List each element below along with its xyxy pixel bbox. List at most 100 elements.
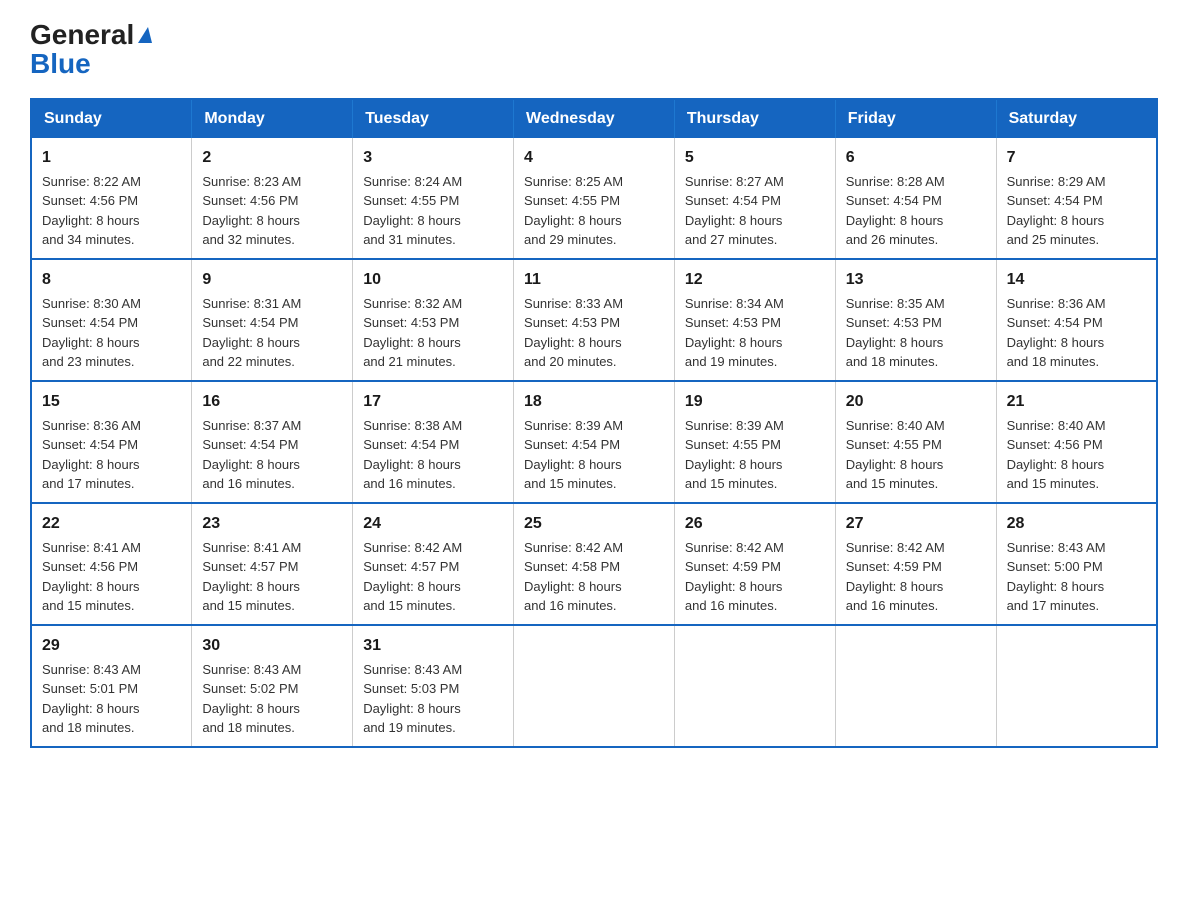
day-sunset: Sunset: 4:54 PM bbox=[42, 437, 138, 452]
day-number: 19 bbox=[685, 390, 825, 414]
calendar-cell: 17 Sunrise: 8:38 AM Sunset: 4:54 PM Dayl… bbox=[353, 381, 514, 503]
day-number: 12 bbox=[685, 268, 825, 292]
day-daylight-minutes: and 15 minutes. bbox=[846, 476, 939, 491]
day-daylight: Daylight: 8 hours bbox=[202, 335, 300, 350]
day-sunset: Sunset: 4:54 PM bbox=[42, 315, 138, 330]
day-sunrise: Sunrise: 8:41 AM bbox=[42, 540, 141, 555]
calendar-cell: 28 Sunrise: 8:43 AM Sunset: 5:00 PM Dayl… bbox=[996, 503, 1157, 625]
calendar-cell: 4 Sunrise: 8:25 AM Sunset: 4:55 PM Dayli… bbox=[514, 138, 675, 259]
day-sunset: Sunset: 4:55 PM bbox=[685, 437, 781, 452]
day-daylight: Daylight: 8 hours bbox=[685, 457, 783, 472]
day-number: 16 bbox=[202, 390, 342, 414]
day-number: 20 bbox=[846, 390, 986, 414]
day-daylight: Daylight: 8 hours bbox=[42, 579, 140, 594]
day-daylight-minutes: and 34 minutes. bbox=[42, 232, 135, 247]
header-monday: Monday bbox=[192, 99, 353, 138]
calendar-cell: 11 Sunrise: 8:33 AM Sunset: 4:53 PM Dayl… bbox=[514, 259, 675, 381]
day-daylight: Daylight: 8 hours bbox=[1007, 457, 1105, 472]
calendar-cell: 5 Sunrise: 8:27 AM Sunset: 4:54 PM Dayli… bbox=[674, 138, 835, 259]
calendar-cell: 16 Sunrise: 8:37 AM Sunset: 4:54 PM Dayl… bbox=[192, 381, 353, 503]
calendar-cell: 13 Sunrise: 8:35 AM Sunset: 4:53 PM Dayl… bbox=[835, 259, 996, 381]
day-sunrise: Sunrise: 8:40 AM bbox=[1007, 418, 1106, 433]
calendar-cell: 31 Sunrise: 8:43 AM Sunset: 5:03 PM Dayl… bbox=[353, 625, 514, 747]
day-daylight-minutes: and 17 minutes. bbox=[42, 476, 135, 491]
day-daylight-minutes: and 15 minutes. bbox=[524, 476, 617, 491]
day-sunset: Sunset: 4:58 PM bbox=[524, 559, 620, 574]
day-daylight-minutes: and 16 minutes. bbox=[846, 598, 939, 613]
day-number: 6 bbox=[846, 146, 986, 170]
logo-general-text: General bbox=[30, 20, 152, 51]
day-daylight: Daylight: 8 hours bbox=[42, 457, 140, 472]
day-number: 24 bbox=[363, 512, 503, 536]
logo: General Blue bbox=[30, 20, 152, 80]
calendar-week-row: 15 Sunrise: 8:36 AM Sunset: 4:54 PM Dayl… bbox=[31, 381, 1157, 503]
day-daylight: Daylight: 8 hours bbox=[846, 335, 944, 350]
calendar-cell bbox=[835, 625, 996, 747]
day-daylight: Daylight: 8 hours bbox=[42, 213, 140, 228]
day-daylight: Daylight: 8 hours bbox=[685, 213, 783, 228]
logo-triangle-icon bbox=[138, 27, 152, 43]
calendar-week-row: 22 Sunrise: 8:41 AM Sunset: 4:56 PM Dayl… bbox=[31, 503, 1157, 625]
day-number: 10 bbox=[363, 268, 503, 292]
calendar-cell: 29 Sunrise: 8:43 AM Sunset: 5:01 PM Dayl… bbox=[31, 625, 192, 747]
calendar-cell: 8 Sunrise: 8:30 AM Sunset: 4:54 PM Dayli… bbox=[31, 259, 192, 381]
calendar-cell: 3 Sunrise: 8:24 AM Sunset: 4:55 PM Dayli… bbox=[353, 138, 514, 259]
day-number: 1 bbox=[42, 146, 181, 170]
calendar-cell: 26 Sunrise: 8:42 AM Sunset: 4:59 PM Dayl… bbox=[674, 503, 835, 625]
day-daylight-minutes: and 15 minutes. bbox=[1007, 476, 1100, 491]
day-sunset: Sunset: 4:56 PM bbox=[42, 559, 138, 574]
day-daylight: Daylight: 8 hours bbox=[524, 457, 622, 472]
day-daylight: Daylight: 8 hours bbox=[1007, 213, 1105, 228]
calendar-cell: 25 Sunrise: 8:42 AM Sunset: 4:58 PM Dayl… bbox=[514, 503, 675, 625]
day-sunrise: Sunrise: 8:34 AM bbox=[685, 296, 784, 311]
calendar-cell: 27 Sunrise: 8:42 AM Sunset: 4:59 PM Dayl… bbox=[835, 503, 996, 625]
day-number: 30 bbox=[202, 634, 342, 658]
day-sunrise: Sunrise: 8:40 AM bbox=[846, 418, 945, 433]
day-number: 11 bbox=[524, 268, 664, 292]
calendar-cell: 7 Sunrise: 8:29 AM Sunset: 4:54 PM Dayli… bbox=[996, 138, 1157, 259]
day-number: 26 bbox=[685, 512, 825, 536]
calendar-cell: 19 Sunrise: 8:39 AM Sunset: 4:55 PM Dayl… bbox=[674, 381, 835, 503]
day-sunrise: Sunrise: 8:38 AM bbox=[363, 418, 462, 433]
day-daylight-minutes: and 15 minutes. bbox=[42, 598, 135, 613]
day-daylight-minutes: and 29 minutes. bbox=[524, 232, 617, 247]
day-daylight-minutes: and 16 minutes. bbox=[685, 598, 778, 613]
day-daylight-minutes: and 23 minutes. bbox=[42, 354, 135, 369]
calendar-cell: 23 Sunrise: 8:41 AM Sunset: 4:57 PM Dayl… bbox=[192, 503, 353, 625]
day-daylight: Daylight: 8 hours bbox=[363, 701, 461, 716]
day-number: 28 bbox=[1007, 512, 1146, 536]
day-sunrise: Sunrise: 8:36 AM bbox=[42, 418, 141, 433]
calendar-cell: 12 Sunrise: 8:34 AM Sunset: 4:53 PM Dayl… bbox=[674, 259, 835, 381]
header-saturday: Saturday bbox=[996, 99, 1157, 138]
day-daylight: Daylight: 8 hours bbox=[42, 335, 140, 350]
day-sunset: Sunset: 4:53 PM bbox=[524, 315, 620, 330]
calendar-cell: 14 Sunrise: 8:36 AM Sunset: 4:54 PM Dayl… bbox=[996, 259, 1157, 381]
calendar-week-row: 1 Sunrise: 8:22 AM Sunset: 4:56 PM Dayli… bbox=[31, 138, 1157, 259]
day-sunrise: Sunrise: 8:36 AM bbox=[1007, 296, 1106, 311]
day-daylight-minutes: and 31 minutes. bbox=[363, 232, 456, 247]
day-number: 13 bbox=[846, 268, 986, 292]
day-daylight: Daylight: 8 hours bbox=[202, 701, 300, 716]
day-daylight-minutes: and 26 minutes. bbox=[846, 232, 939, 247]
day-sunset: Sunset: 4:55 PM bbox=[363, 193, 459, 208]
day-sunrise: Sunrise: 8:27 AM bbox=[685, 174, 784, 189]
day-daylight-minutes: and 15 minutes. bbox=[685, 476, 778, 491]
day-number: 29 bbox=[42, 634, 181, 658]
day-daylight-minutes: and 15 minutes. bbox=[363, 598, 456, 613]
day-sunrise: Sunrise: 8:32 AM bbox=[363, 296, 462, 311]
day-sunset: Sunset: 4:57 PM bbox=[202, 559, 298, 574]
day-daylight: Daylight: 8 hours bbox=[42, 701, 140, 716]
day-sunrise: Sunrise: 8:43 AM bbox=[1007, 540, 1106, 555]
day-sunset: Sunset: 4:54 PM bbox=[846, 193, 942, 208]
day-sunset: Sunset: 5:01 PM bbox=[42, 681, 138, 696]
day-daylight: Daylight: 8 hours bbox=[524, 579, 622, 594]
day-sunrise: Sunrise: 8:29 AM bbox=[1007, 174, 1106, 189]
day-number: 23 bbox=[202, 512, 342, 536]
day-daylight: Daylight: 8 hours bbox=[363, 335, 461, 350]
calendar-cell: 20 Sunrise: 8:40 AM Sunset: 4:55 PM Dayl… bbox=[835, 381, 996, 503]
day-number: 22 bbox=[42, 512, 181, 536]
day-sunrise: Sunrise: 8:41 AM bbox=[202, 540, 301, 555]
calendar-table: Sunday Monday Tuesday Wednesday Thursday… bbox=[30, 98, 1158, 748]
day-daylight-minutes: and 16 minutes. bbox=[363, 476, 456, 491]
day-daylight: Daylight: 8 hours bbox=[202, 213, 300, 228]
